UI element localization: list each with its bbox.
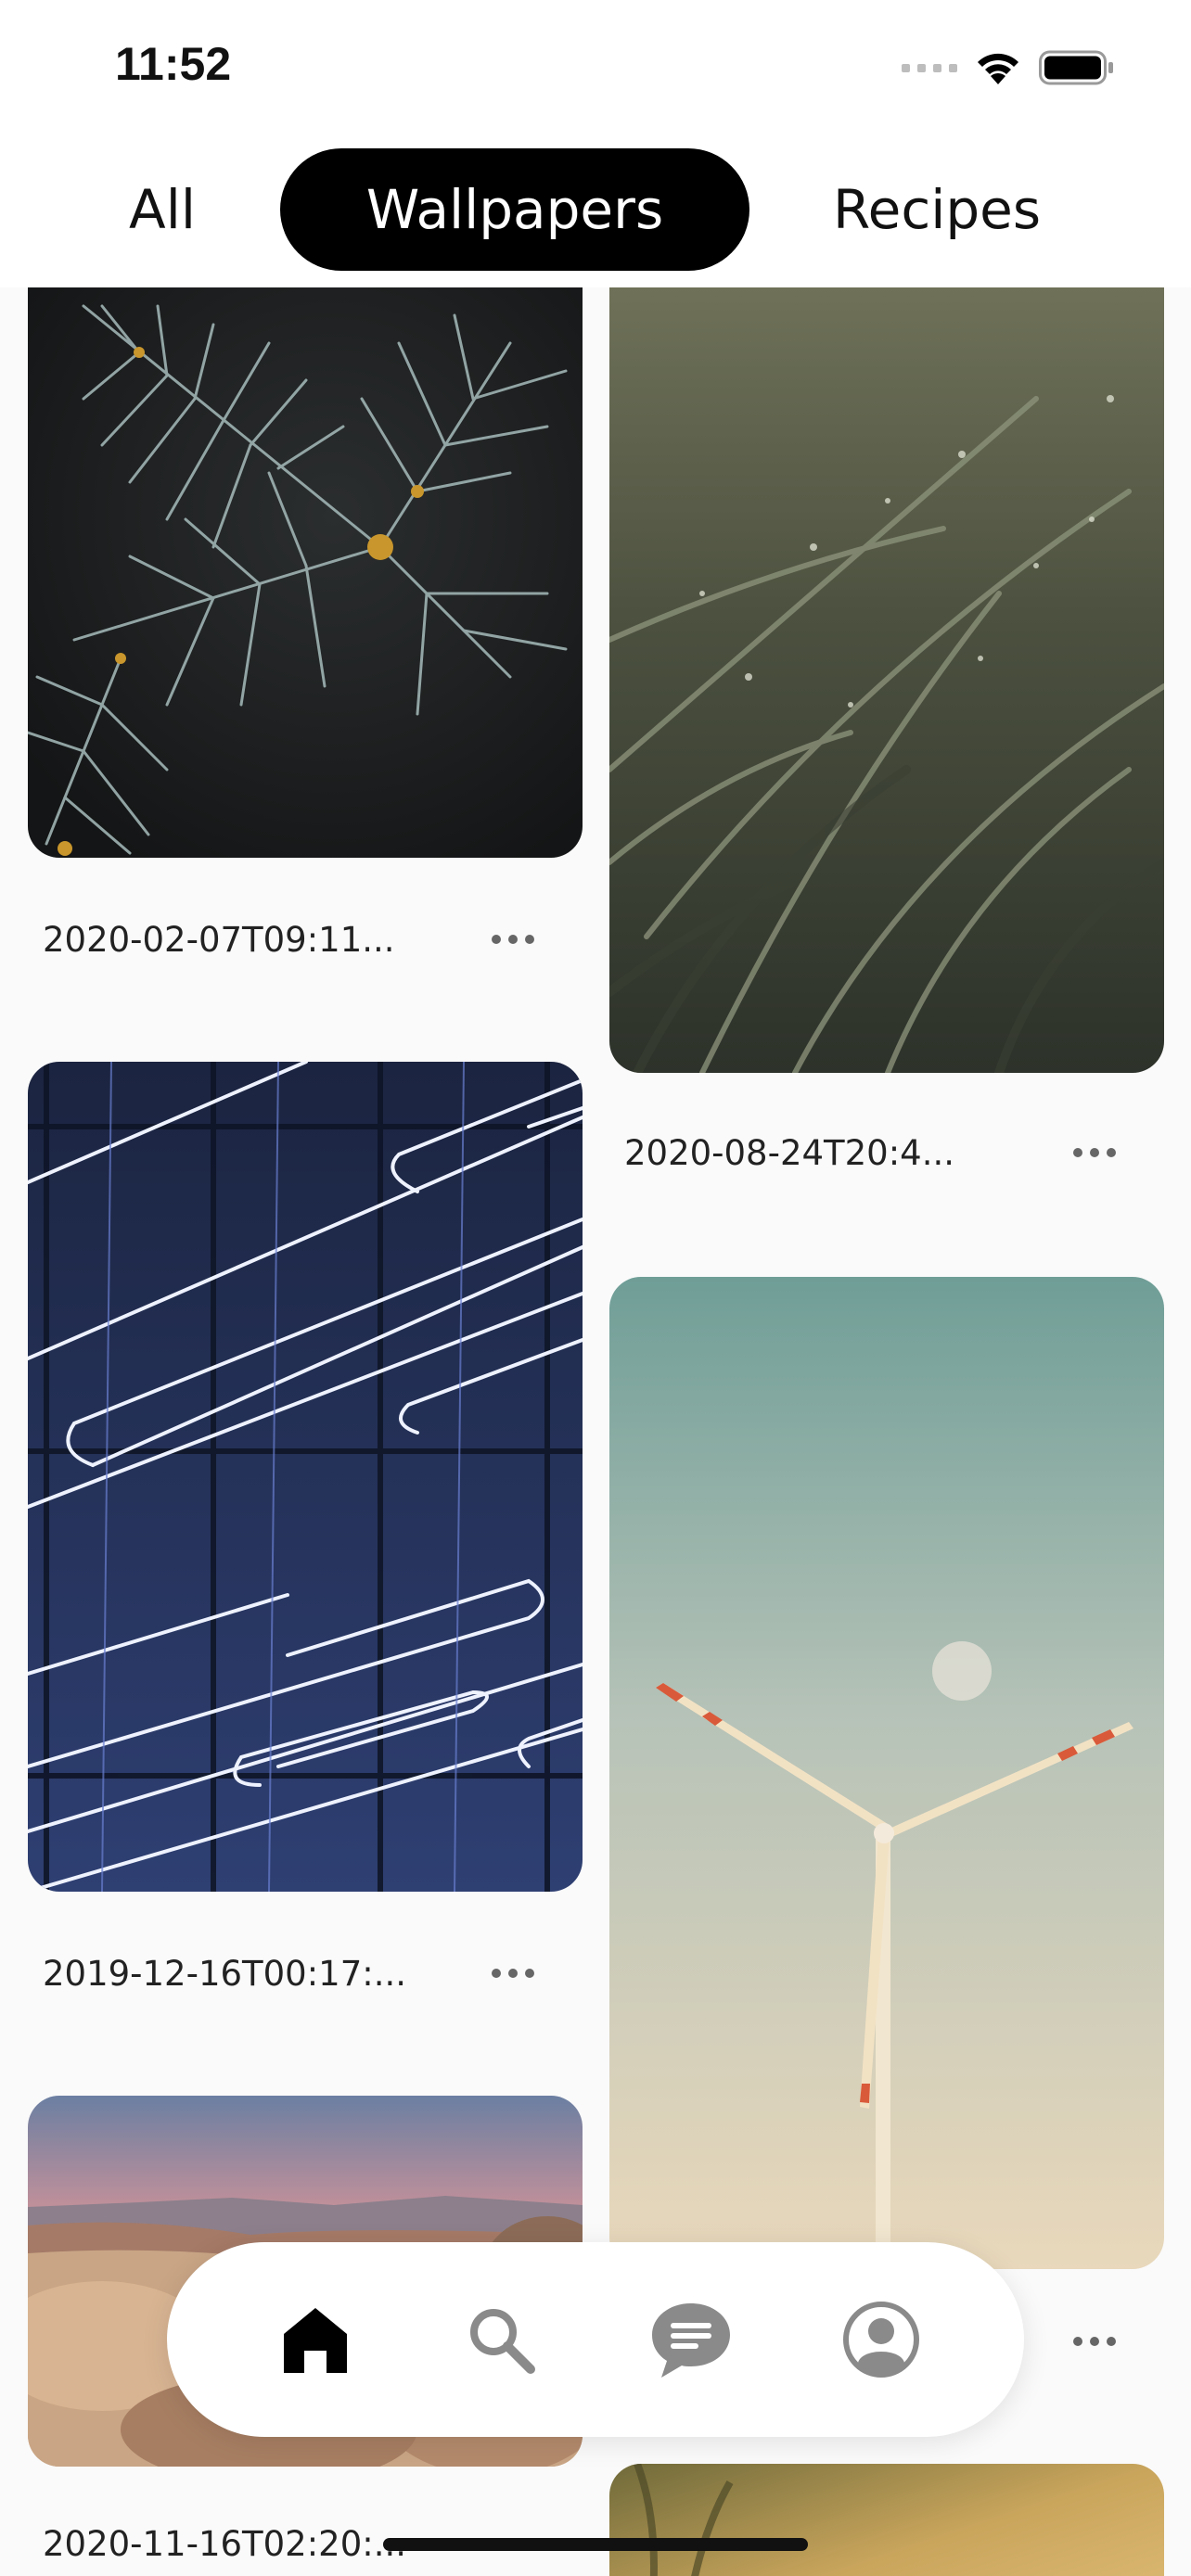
wallpaper-caption-neon: 2019-12-16T00:17:...: [43, 1954, 407, 1994]
search-icon: [470, 2309, 535, 2374]
wallpaper-caption-pine: 2020-02-07T09:11...: [43, 920, 395, 960]
wifi-icon: [974, 49, 1022, 86]
more-options-icon[interactable]: [1073, 1148, 1116, 1157]
wallpaper-caption-desert: 2020-11-16T02:20:...: [43, 2524, 407, 2564]
nav-search[interactable]: [455, 2293, 547, 2386]
status-bar: 11:52: [0, 0, 1191, 139]
home-indicator[interactable]: [383, 2538, 808, 2551]
more-options-icon[interactable]: [492, 1969, 534, 1978]
status-indicators: [902, 45, 1115, 91]
tab-all[interactable]: All: [65, 148, 260, 271]
wallpaper-image-field[interactable]: [609, 2464, 1164, 2576]
status-time: 11:52: [115, 38, 232, 90]
tab-wallpapers[interactable]: Wallpapers: [280, 148, 749, 271]
nav-home[interactable]: [269, 2293, 362, 2386]
wallpaper-image-neon[interactable]: [28, 1062, 583, 1892]
wallpaper-image-grass[interactable]: [609, 287, 1164, 1073]
more-options-icon[interactable]: [1073, 2337, 1116, 2346]
wallpaper-caption-grass: 2020-08-24T20:4...: [624, 1133, 954, 1173]
home-icon: [284, 2308, 347, 2373]
nav-profile[interactable]: [835, 2293, 928, 2386]
nav-messages[interactable]: [645, 2293, 737, 2386]
battery-icon: [1039, 49, 1115, 86]
wallpaper-image-pine[interactable]: [28, 287, 583, 858]
category-tabs: All Wallpapers Recipes: [0, 139, 1191, 287]
app-screen: 11:52 All Wallpapers Recipes 2020-02-07T…: [0, 0, 1191, 2576]
message-icon: [652, 2303, 730, 2378]
profile-icon: [843, 2302, 919, 2378]
tab-recipes[interactable]: Recipes: [779, 148, 1095, 271]
cellular-signal-icon: [902, 63, 957, 72]
wallpaper-grid[interactable]: 2020-02-07T09:11... 2020-08-24T20:4... 2…: [0, 287, 1191, 2576]
bottom-nav-bar: [167, 2242, 1024, 2437]
more-options-icon[interactable]: [492, 935, 534, 944]
wallpaper-image-wind-turbine[interactable]: [609, 1277, 1164, 2269]
